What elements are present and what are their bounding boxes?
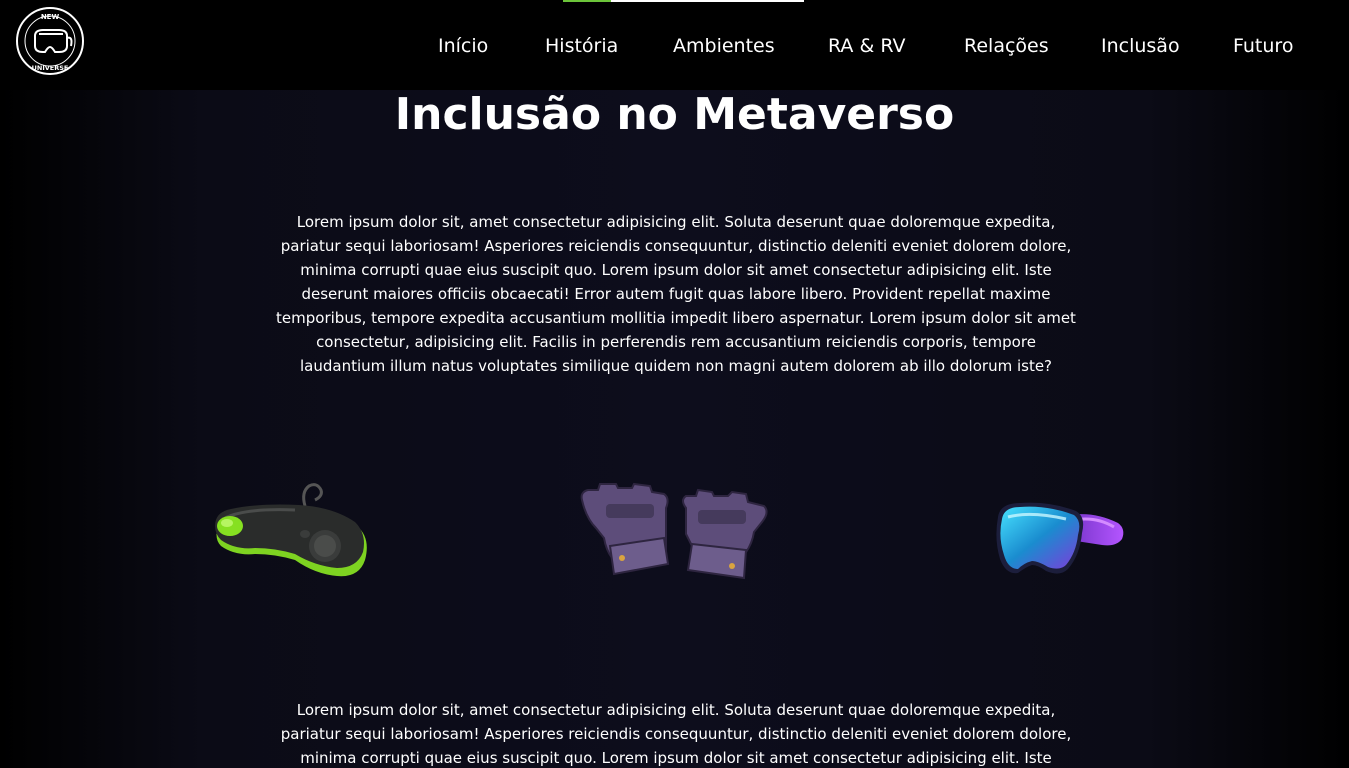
logo-text-top: NEW (41, 13, 60, 21)
nav-link-futuro[interactable]: Futuro (1233, 30, 1293, 62)
logo-text-bottom: UNIVERSE (32, 64, 69, 72)
nav-link-inicio[interactable]: Início (438, 30, 488, 62)
nav-link-ra-rv[interactable]: RA & RV (828, 30, 905, 62)
nav-link-historia[interactable]: História (545, 30, 618, 62)
scroll-progress-bar (563, 0, 804, 2)
nav-link-inclusao[interactable]: Inclusão (1101, 30, 1180, 62)
navbar: NEW UNIVERSE Início História Ambientes R… (0, 0, 1349, 90)
vr-headset-image (990, 495, 1130, 580)
game-controller-icon (215, 483, 367, 577)
secondary-paragraph: Lorem ipsum dolor sit, amet consectetur … (280, 701, 1072, 767)
vr-gloves-image (576, 478, 772, 596)
scroll-progress-fill (563, 0, 611, 2)
nav-link-relacoes[interactable]: Relações (964, 30, 1049, 62)
intro-paragraph: Lorem ipsum dolor sit, amet consectetur … (276, 213, 1076, 375)
vr-gloves-icon (580, 482, 768, 580)
main-nav: Início História Ambientes RA & RV Relaçõ… (0, 30, 1349, 62)
page-title: Inclusão no Metaverso (394, 89, 955, 140)
game-controller-image (205, 478, 375, 588)
vr-headset-icon (996, 502, 1124, 574)
nav-link-ambientes[interactable]: Ambientes (673, 30, 775, 62)
